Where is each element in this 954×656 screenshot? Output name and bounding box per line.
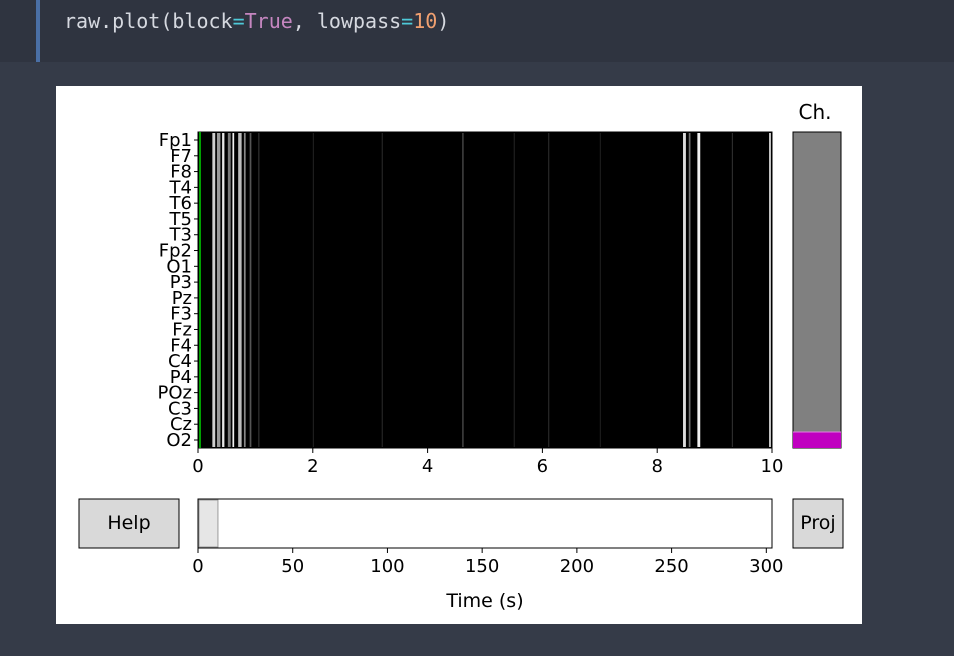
- signal-stripe: [243, 133, 246, 447]
- channel-bar: [792, 131, 842, 449]
- signal-stripe: [222, 133, 225, 447]
- cell-active-indicator: [36, 0, 40, 62]
- code-number: 10: [413, 9, 438, 33]
- code-operator: =: [401, 9, 414, 33]
- signal-stripe: [238, 133, 242, 447]
- trace-axes[interactable]: Fp1F7F8T4T6T5T3Fp2O1P3PzF3FzF4C4P4POzC3C…: [158, 130, 784, 477]
- scroll-xlabel: Time (s): [445, 590, 523, 612]
- signal-stripe: [381, 133, 383, 447]
- proj-button-label: Proj: [800, 512, 835, 534]
- code-keyword: True: [244, 9, 293, 33]
- channel-panel-title: Ch.: [799, 100, 832, 124]
- time-tick-label: 6: [537, 456, 548, 477]
- channel-selection[interactable]: [793, 432, 841, 448]
- code-line[interactable]: raw.plot(block=True, lowpass=10): [64, 9, 449, 33]
- time-scrollbar[interactable]: 0 50 100 150 200 250 300 Time (s): [192, 498, 783, 612]
- signal-stripe: [232, 133, 235, 447]
- scroll-tick-label: 0: [192, 556, 203, 577]
- time-tick-label: 8: [651, 456, 662, 477]
- time-tick-label: 10: [761, 456, 784, 477]
- scroll-ticks: 0 50 100 150 200 250 300: [192, 548, 783, 577]
- signal-stripe: [769, 133, 771, 447]
- code-operator: =: [232, 9, 245, 33]
- signal-stripe: [683, 133, 686, 447]
- signal-stripe: [216, 133, 221, 447]
- raw-plot-figure: Fp1 F7 F8 T4 T6 T5 T3 Fp2 O1 P3 Pz F3 Fz F4 C4 P4 POz C3 C…: [56, 86, 862, 624]
- help-button-label: Help: [107, 512, 150, 534]
- signal-stripe: [249, 133, 252, 447]
- code-middle: , lowpass: [292, 9, 402, 33]
- signal-stripe: [697, 133, 701, 447]
- signal-stripe: [688, 133, 691, 447]
- code-cell[interactable]: raw.plot(block=True, lowpass=10): [0, 0, 954, 62]
- signal-stripe: [227, 133, 231, 447]
- scroll-tick-label: 50: [281, 556, 304, 577]
- scroll-tick-label: 250: [654, 556, 688, 577]
- signal-stripe: [599, 133, 601, 447]
- channel-labels: Fp1F7F8T4T6T5T3Fp2O1P3PzF3FzF4C4P4POzC3C…: [158, 130, 198, 451]
- signal-stripe: [312, 133, 314, 447]
- scroll-tick-label: 150: [465, 556, 499, 577]
- time-tick-label: 4: [422, 456, 433, 477]
- signal-stripe: [258, 133, 260, 447]
- signal-stripe: [548, 133, 550, 447]
- time-tick-label: 0: [192, 456, 203, 477]
- scroll-tick-label: 200: [560, 556, 594, 577]
- channel-scrollbar[interactable]: [792, 131, 842, 449]
- signal-stripe: [513, 133, 515, 447]
- channel-label: O2: [166, 430, 192, 451]
- help-button[interactable]: Help: [78, 498, 180, 549]
- time-scrollbar-track: [197, 498, 773, 549]
- signal-stripe: [462, 133, 464, 447]
- time-tick-label: 2: [307, 456, 318, 477]
- scroll-tick-label: 100: [370, 556, 404, 577]
- code-prefix: raw.plot(block: [64, 9, 233, 33]
- time-scrollbar-thumb[interactable]: [198, 499, 219, 548]
- raw-plot-svg: Fp1F7F8T4T6T5T3Fp2O1P3PzF3FzF4C4P4POzC3C…: [78, 100, 844, 612]
- code-suffix: ): [437, 9, 450, 33]
- time-ticks: 0 2 4 6 8 10: [192, 448, 783, 477]
- signal-stripe: [731, 133, 733, 447]
- proj-button[interactable]: Proj: [792, 498, 844, 549]
- signal-stripe: [212, 133, 216, 447]
- scroll-tick-label: 300: [749, 556, 783, 577]
